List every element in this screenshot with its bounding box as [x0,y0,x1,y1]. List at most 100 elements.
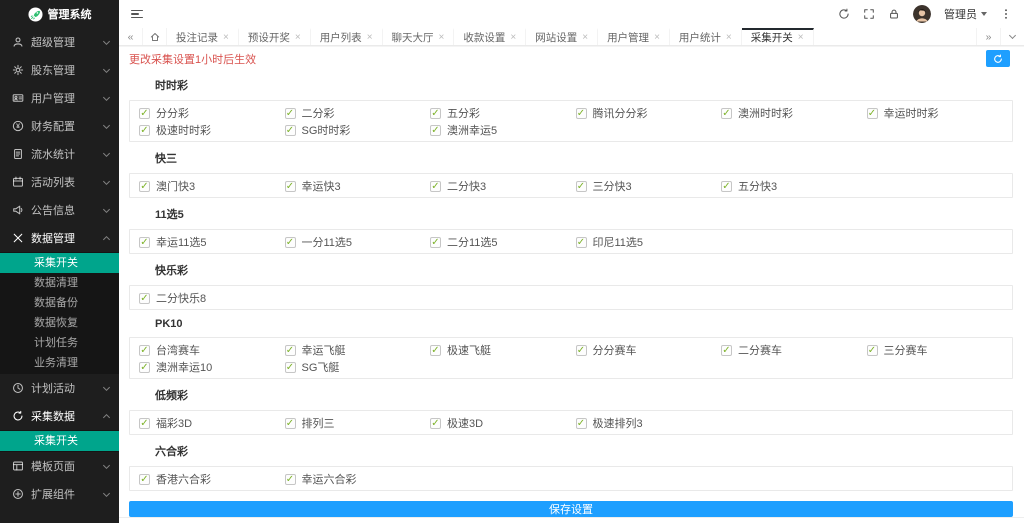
close-icon[interactable]: × [798,32,804,43]
refresh-icon[interactable] [838,8,850,20]
lottery-checkbox-item[interactable]: ✓ 二分彩 [284,106,431,120]
tab-item[interactable]: 投注记录 × [167,28,239,45]
sidebar-item-template-pages[interactable]: 模板页面 [0,452,119,480]
tab-label: 用户统计 [678,32,721,44]
scroll-tabs-right-icon[interactable]: » [976,28,1000,45]
lottery-checkbox-item[interactable]: ✓ 三分赛车 [866,343,1013,357]
close-icon[interactable]: × [510,32,516,43]
chevron-down-icon [102,205,111,213]
lottery-checkbox-item[interactable]: ✓ 澳洲幸运10 [139,360,285,374]
close-icon[interactable]: × [295,32,301,43]
lottery-checkbox-item[interactable]: ✓ 二分快乐8 [139,291,285,305]
sidebar-item-activity-list[interactable]: 活动列表 [0,168,119,196]
sidebar-item-super-admin[interactable]: 超级管理 [0,28,119,56]
tab-item[interactable]: 用户列表 × [311,28,383,45]
lottery-checkbox-item[interactable]: ✓ 幸运六合彩 [284,472,431,486]
lottery-checkbox-item[interactable]: ✓ 澳洲时时彩 [721,106,867,120]
home-tab[interactable] [143,28,167,45]
lottery-checkbox-item[interactable]: ✓ 三分快3 [575,179,722,193]
chevron-down-icon [981,12,987,16]
lottery-checkbox-item[interactable]: ✓ 极速排列3 [575,416,722,430]
scroll-tabs-left-icon[interactable]: « [119,28,143,45]
tab-item[interactable]: 网站设置 × [526,28,599,45]
close-icon[interactable]: × [367,32,373,43]
checkbox-label: 澳洲幸运10 [156,362,213,374]
tab-label: 用户列表 [319,32,362,44]
sidebar-item-announcement-info[interactable]: 公告信息 [0,196,119,224]
sidebar-item-extensions[interactable]: 扩展组件 [0,480,119,508]
lottery-checkbox-item[interactable]: ✓ 幸运时时彩 [866,106,1013,120]
close-icon[interactable]: × [582,32,588,43]
close-icon[interactable]: × [439,32,445,43]
sidebar-item-finance-config[interactable]: ¥ 财务配置 [0,112,119,140]
reload-button[interactable] [986,50,1010,67]
tab-item[interactable]: 预设开奖 × [239,28,311,45]
checkbox-label: 排列三 [301,418,335,430]
tab-options-icon[interactable] [1000,28,1024,45]
sidebar-subitem[interactable]: 数据备份 [0,293,119,313]
sidebar-item-plan-activity[interactable]: 计划活动 [0,374,119,402]
lottery-checkbox-item[interactable]: ✓ 澳门快3 [139,179,285,193]
lottery-checkbox-item[interactable]: ✓ 印尼11选5 [575,235,722,249]
lottery-checkbox-item[interactable]: ✓ 极速飞艇 [430,343,576,357]
tab-item[interactable]: 用户管理 × [598,28,670,45]
sidebar-item-label: 财务配置 [31,121,75,133]
sidebar-subitem[interactable]: 业务清理 [0,353,119,373]
lottery-checkbox-item[interactable]: ✓ 二分11选5 [430,235,576,249]
lottery-checkbox-item[interactable]: ✓ 幸运11选5 [139,235,285,249]
collapse-sidebar-icon[interactable] [131,9,143,19]
lottery-checkbox-item[interactable]: ✓ 台湾赛车 [139,343,285,357]
avatar[interactable] [913,5,931,23]
save-settings-button[interactable]: 保存设置 [129,501,1013,517]
fullscreen-icon[interactable] [863,8,875,20]
sidebar-subitem[interactable]: 数据恢复 [0,313,119,333]
tab-item[interactable]: 采集开关 × [741,28,814,45]
lottery-checkbox-item[interactable]: ✓ 五分彩 [430,106,576,120]
lottery-checkbox-item[interactable]: ✓ 腾讯分分彩 [575,106,722,120]
lottery-checkbox-item[interactable]: ✓ 二分赛车 [721,343,867,357]
lottery-checkbox-item[interactable]: ✓ 幸运飞艇 [284,343,431,357]
footer: Copyright © 2024 Ascloud 欢迎使用本系统 all rig… [119,517,1024,523]
lottery-checkbox-item[interactable]: ✓ 二分快3 [430,179,576,193]
sidebar-item-shareholder-admin[interactable]: 股东管理 [0,56,119,84]
lottery-checkbox-item[interactable]: ✓ SG飞艇 [284,360,431,374]
lottery-checkbox-item[interactable]: ✓ 分分赛车 [575,343,722,357]
lottery-checkbox-item[interactable]: ✓ 澳洲幸运5 [430,123,576,137]
lottery-checkbox-item[interactable]: ✓ 极速3D [430,416,576,430]
sidebar-subitem[interactable]: 数据清理 [0,273,119,293]
tab-item[interactable]: 用户统计 × [670,28,742,45]
lottery-checkbox-item[interactable]: ✓ 分分彩 [139,106,285,120]
lottery-checkbox-item[interactable]: ✓ 一分11选5 [284,235,431,249]
checkbox-label: 极速3D [447,418,484,430]
lottery-checkbox-item[interactable]: ✓ 香港六合彩 [139,472,285,486]
checkbox-label: 分分赛车 [592,345,637,357]
checkbox-label: 二分赛车 [738,345,782,357]
close-icon[interactable]: × [726,32,732,43]
close-icon[interactable]: × [223,32,229,43]
sidebar-item-collect-data[interactable]: 采集数据 [0,402,119,430]
lottery-checkbox-item[interactable]: ✓ 五分快3 [721,179,867,193]
lottery-checkbox-item[interactable]: ✓ 极速时时彩 [139,123,285,137]
checkbox-label: 二分快3 [447,181,487,193]
sidebar-item-data-management[interactable]: 数据管理 [0,224,119,252]
page-content: 更改采集设置1小时后生效 时时彩 ✓ 分分彩 ✓ 二分彩 ✓ 五分彩 ✓ 腾讯分分彩 ✓ 澳洲时时彩… [119,46,1024,523]
tab-item[interactable]: 聊天大厅 × [383,28,455,45]
tab-item[interactable]: 收款设置 × [454,28,527,45]
more-vertical-icon[interactable] [1000,8,1012,20]
user-menu[interactable]: 管理员 [944,6,987,22]
lottery-checkbox-item[interactable]: ✓ 排列三 [284,416,431,430]
lottery-checkbox-item[interactable]: ✓ 幸运快3 [284,179,431,193]
sidebar-item-user-admin[interactable]: 用户管理 [0,84,119,112]
sidebar-item-turnover-stats[interactable]: 流水统计 [0,140,119,168]
chevron-down-icon [102,149,111,157]
close-icon[interactable]: × [654,32,660,43]
sidebar-subitem[interactable]: 采集开关 [0,253,119,273]
lottery-checkbox-item[interactable]: ✓ 福彩3D [139,416,285,430]
checkbox-checked-icon: ✓ [430,344,441,356]
sidebar-item-label: 超级管理 [31,37,75,49]
lock-icon[interactable] [888,8,900,20]
sidebar-subitem[interactable]: 计划任务 [0,333,119,353]
sidebar-subitem[interactable]: 采集开关 [0,431,119,451]
app-logo[interactable]: 管理系统 [0,0,119,28]
lottery-checkbox-item[interactable]: ✓ SG时时彩 [284,123,431,137]
